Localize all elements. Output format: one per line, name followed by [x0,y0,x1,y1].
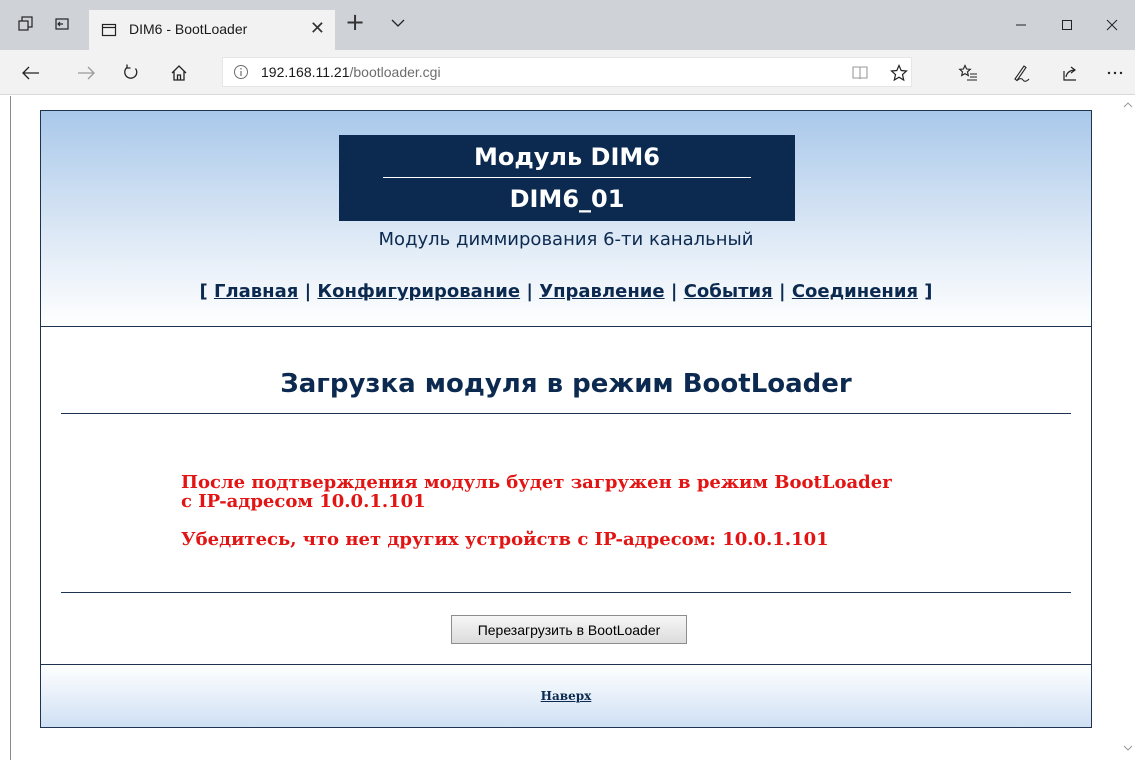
refresh-icon[interactable] [118,60,144,86]
address-url[interactable]: 192.168.11.21/bootloader.cgi [261,64,441,80]
close-tab-icon[interactable]: ✕ [310,18,325,39]
page-viewport[interactable]: Модуль DIM6 DIM6_01 Модуль диммирования … [0,96,1135,760]
page-header: Модуль DIM6 DIM6_01 Модуль диммирования … [41,111,1091,327]
warning-text-line3: Убедитесь, что нет других устройств с IP… [181,529,829,550]
address-path: /bootloader.cgi [349,64,441,80]
module-subtitle: Модуль диммирования 6-ти канальный [378,229,754,250]
nav-separator: | [520,281,540,302]
pen-notes-icon[interactable] [1008,60,1034,86]
module-title: Модуль DIM6 [474,143,660,171]
maximize-icon[interactable] [1044,12,1090,38]
browser-toolbar: 192.168.11.21/bootloader.cgi [0,50,1135,95]
nav-separator: | [664,281,684,302]
new-tab-icon[interactable]: + [345,8,365,36]
warning-text-line2: с IP-адресом 10.0.1.101 [181,491,426,512]
page-container: Модуль DIM6 DIM6_01 Модуль диммирования … [40,110,1092,728]
nav-link-connections[interactable]: Соединения [792,281,918,302]
tab-title: DIM6 - BootLoader [129,21,248,37]
page-heading: Загрузка модуля в режим BootLoader [280,369,852,399]
warning-text-line1: После подтверждения модуль будет загруже… [181,472,892,493]
browser-tab[interactable]: DIM6 - BootLoader ✕ [89,10,335,50]
page-footer: Наверх [41,664,1091,727]
module-title-box: Модуль DIM6 DIM6_01 [339,135,795,221]
chevron-down-icon[interactable] [390,14,406,33]
vertical-scrollbar[interactable] [1121,96,1135,760]
nav-close-bracket: ] [918,281,933,302]
set-aside-tabs-icon[interactable] [50,12,74,36]
nav-separator: | [298,281,318,302]
window-edge [10,96,11,760]
nav-link-events[interactable]: События [684,281,773,302]
favorite-star-icon[interactable] [886,60,912,86]
nav-open-bracket: [ [199,281,214,302]
forward-icon[interactable] [73,60,99,86]
title-divider [383,177,751,178]
minimize-icon[interactable] [998,12,1044,38]
back-icon[interactable] [18,60,44,86]
close-window-icon[interactable] [1089,12,1135,38]
more-options-icon[interactable] [1102,60,1128,86]
nav-link-home[interactable]: Главная [214,281,298,302]
scroll-down-icon[interactable] [1123,743,1133,754]
favorites-list-icon[interactable] [955,60,981,86]
share-icon[interactable] [1057,60,1083,86]
nav-separator: | [772,281,792,302]
main-nav: [ Главная | Конфигурирование | Управлени… [41,281,1091,302]
address-host: 192.168.11.21 [261,64,350,80]
info-icon[interactable] [233,64,249,84]
home-icon[interactable] [166,60,192,86]
nav-link-control[interactable]: Управление [539,281,664,302]
scroll-up-icon[interactable] [1123,100,1133,111]
tab-actions-icon[interactable] [14,12,38,36]
module-name: DIM6_01 [509,185,625,213]
content-divider [61,592,1071,593]
heading-divider [61,413,1071,414]
address-bar[interactable]: 192.168.11.21/bootloader.cgi [222,57,912,87]
nav-link-configuration[interactable]: Конфигурирование [317,281,520,302]
browser-title-bar: DIM6 - BootLoader ✕ + [0,0,1135,50]
page-icon [101,22,117,42]
reading-view-icon[interactable] [847,60,873,86]
back-to-top-link[interactable]: Наверх [41,689,1091,703]
reboot-to-bootloader-button[interactable]: Перезагрузить в BootLoader [451,615,687,644]
